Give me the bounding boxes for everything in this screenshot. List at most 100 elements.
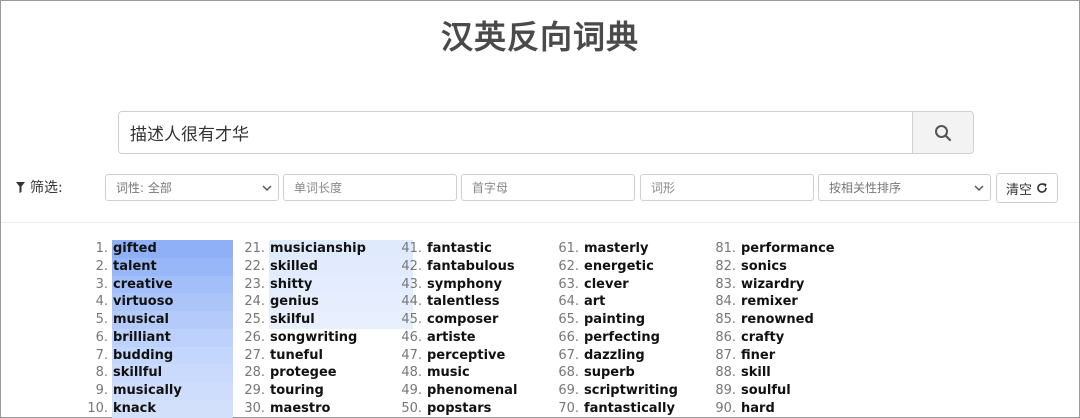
result-item[interactable]: 10. knack — [80, 399, 233, 418]
result-item[interactable]: 46. artiste — [394, 329, 518, 347]
result-item[interactable]: 82. sonics — [708, 258, 836, 276]
result-item[interactable]: 47. perceptive — [394, 347, 518, 365]
result-item[interactable]: 88. skill — [708, 364, 836, 382]
result-item[interactable]: 62. energetic — [551, 258, 679, 276]
word-length-input[interactable] — [294, 180, 446, 195]
result-item[interactable]: 1. gifted — [80, 240, 233, 258]
result-word[interactable]: popstars — [426, 401, 492, 416]
result-item[interactable]: 68. superb — [551, 364, 679, 382]
pos-select[interactable]: 词性: 全部 — [105, 174, 279, 201]
result-item[interactable]: 69. scriptwriting — [551, 382, 679, 400]
result-item[interactable]: 87. finer — [708, 347, 836, 365]
result-item[interactable]: 26. songwriting — [237, 329, 367, 347]
result-word[interactable]: virtuoso — [112, 294, 174, 309]
result-word[interactable]: creative — [112, 277, 174, 292]
result-word[interactable]: tuneful — [269, 348, 324, 363]
result-item[interactable]: 49. phenomenal — [394, 382, 518, 400]
result-item[interactable]: 48. music — [394, 364, 518, 382]
result-item[interactable]: 84. remixer — [708, 293, 836, 311]
result-word[interactable]: musically — [112, 383, 183, 398]
result-item[interactable]: 28. protegee — [237, 364, 367, 382]
result-item[interactable]: 22. skilled — [237, 257, 413, 276]
result-word[interactable]: superb — [583, 365, 636, 380]
result-item[interactable]: 63. clever — [551, 276, 679, 294]
result-word[interactable]: scriptwriting — [583, 383, 679, 398]
result-item[interactable]: 81. performance — [708, 240, 836, 258]
result-word[interactable]: maestro — [269, 401, 331, 416]
result-item[interactable]: 4. virtuoso — [80, 293, 233, 311]
result-word[interactable]: clever — [583, 277, 630, 292]
result-item[interactable]: 64. art — [551, 293, 679, 311]
word-form-field[interactable] — [640, 174, 814, 201]
result-item[interactable]: 27. tuneful — [237, 347, 367, 365]
result-item[interactable]: 90. hard — [708, 400, 836, 418]
result-item[interactable]: 30. maestro — [237, 400, 367, 418]
result-word[interactable]: remixer — [740, 294, 799, 309]
result-word[interactable]: touring — [269, 383, 325, 398]
result-word[interactable]: energetic — [583, 259, 655, 274]
result-word[interactable]: hard — [740, 401, 776, 416]
result-word[interactable]: dazzling — [583, 348, 646, 363]
result-word[interactable]: artiste — [426, 330, 477, 345]
result-item[interactable]: 23. shitty — [237, 275, 413, 294]
result-item[interactable]: 8. skillful — [80, 364, 233, 382]
result-item[interactable]: 86. crafty — [708, 329, 836, 347]
word-form-input[interactable] — [651, 180, 803, 195]
result-word[interactable]: masterly — [583, 241, 649, 256]
result-item[interactable]: 85. renowned — [708, 311, 836, 329]
result-word[interactable]: fantastically — [583, 401, 676, 416]
result-item[interactable]: 5. musical — [80, 311, 233, 329]
result-word[interactable]: crafty — [740, 330, 785, 345]
sort-select[interactable]: 按相关性排序 — [818, 174, 991, 201]
search-input[interactable] — [119, 112, 912, 153]
result-item[interactable]: 24. genius — [237, 293, 413, 311]
result-item[interactable]: 43. symphony — [394, 276, 518, 294]
result-word[interactable]: performance — [740, 241, 836, 256]
result-item[interactable]: 2. talent — [80, 257, 233, 276]
result-item[interactable]: 61. masterly — [551, 240, 679, 258]
result-item[interactable]: 65. painting — [551, 311, 679, 329]
result-word[interactable]: art — [583, 294, 606, 309]
result-item[interactable]: 21. musicianship — [237, 240, 413, 258]
result-item[interactable]: 7. budding — [80, 346, 233, 365]
result-item[interactable]: 6. brilliant — [80, 328, 233, 347]
result-word[interactable]: perfecting — [583, 330, 661, 345]
clear-button[interactable]: 清空 — [996, 173, 1058, 203]
result-word[interactable]: musical — [112, 312, 170, 327]
result-item[interactable]: 66. perfecting — [551, 329, 679, 347]
result-item[interactable]: 45. composer — [394, 311, 518, 329]
result-word[interactable]: skillful — [112, 365, 163, 380]
result-word[interactable]: brilliant — [112, 330, 172, 345]
result-word[interactable]: perceptive — [426, 348, 506, 363]
initial-letter-input[interactable] — [472, 180, 624, 195]
result-item[interactable]: 70. fantastically — [551, 400, 679, 418]
result-word[interactable]: music — [426, 365, 471, 380]
result-item[interactable]: 67. dazzling — [551, 347, 679, 365]
result-item[interactable]: 9. musically — [80, 382, 233, 400]
result-item[interactable]: 83. wizardry — [708, 276, 836, 294]
result-word[interactable]: skill — [740, 365, 772, 380]
result-word[interactable]: skilled — [269, 259, 319, 274]
result-item[interactable]: 3. creative — [80, 275, 233, 294]
result-word[interactable]: painting — [583, 312, 646, 327]
result-word[interactable]: fantastic — [426, 241, 493, 256]
result-word[interactable]: songwriting — [269, 330, 358, 345]
result-word[interactable]: composer — [426, 312, 499, 327]
search-button[interactable] — [912, 112, 973, 153]
result-word[interactable]: sonics — [740, 259, 788, 274]
result-word[interactable]: symphony — [426, 277, 503, 292]
result-item[interactable]: 25. skilful — [237, 311, 413, 329]
result-word[interactable]: budding — [112, 348, 174, 363]
result-word[interactable]: musicianship — [269, 241, 367, 256]
result-word[interactable]: skilful — [269, 312, 316, 327]
result-word[interactable]: finer — [740, 348, 776, 363]
result-word[interactable]: phenomenal — [426, 383, 518, 398]
initial-letter-field[interactable] — [461, 174, 635, 201]
result-item[interactable]: 44. talentless — [394, 293, 518, 311]
result-word[interactable]: shitty — [269, 277, 313, 292]
result-item[interactable]: 89. soulful — [708, 382, 836, 400]
result-word[interactable]: protegee — [269, 365, 338, 380]
result-word[interactable]: fantabulous — [426, 259, 516, 274]
result-word[interactable]: genius — [269, 294, 320, 309]
result-word[interactable]: talent — [112, 259, 158, 274]
